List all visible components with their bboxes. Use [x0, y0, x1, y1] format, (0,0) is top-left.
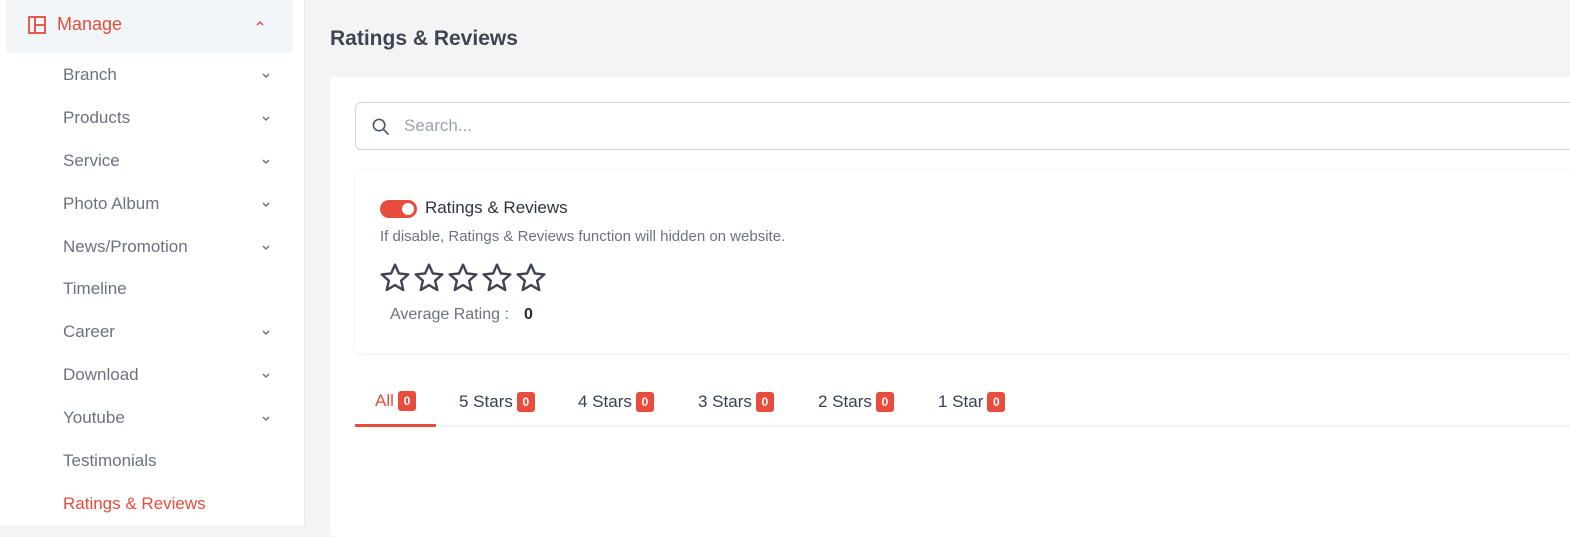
- star-empty-icon: [448, 263, 478, 292]
- sidebar-item-products[interactable]: Products: [63, 103, 278, 133]
- sidebar-item-youtube[interactable]: Youtube: [63, 403, 278, 433]
- sidebar-item-label: News/Promotion: [63, 237, 188, 256]
- sidebar-item-news-promotion[interactable]: News/Promotion: [63, 232, 278, 262]
- search-icon: [372, 118, 389, 135]
- chevron-down-icon: [262, 159, 270, 165]
- search-box[interactable]: [355, 102, 1570, 150]
- average-rating-label: Average Rating :: [390, 306, 509, 323]
- count-badge: 0: [397, 390, 416, 411]
- page-title: Ratings & Reviews: [330, 27, 518, 50]
- tab-label: 1 Star: [938, 392, 984, 411]
- count-badge: 0: [516, 392, 535, 412]
- chevron-down-icon: [262, 416, 270, 422]
- chevron-down-icon: [262, 373, 270, 379]
- chevron-down-icon: [262, 330, 270, 336]
- rating-filter-tabs: All 0 5 Stars 0 4 Stars 0 3 Stars 0 2 Stars 0…: [355, 377, 1570, 427]
- sidebar-item-label: Youtube: [63, 408, 125, 427]
- chevron-down-icon: [262, 245, 270, 251]
- ratings-settings-card: Ratings & Reviews If disable, Ratings & …: [355, 170, 1570, 353]
- star-rating: [379, 262, 547, 294]
- sidebar-item-label: Products: [63, 108, 131, 127]
- sidebar-item-label: Timeline: [63, 279, 127, 298]
- content-card: Ratings & Reviews If disable, Ratings & …: [330, 77, 1570, 537]
- count-badge: 0: [635, 392, 654, 412]
- tab-1-star[interactable]: 1 Star 0: [918, 377, 1025, 427]
- sidebar-item-label: Service: [63, 151, 120, 170]
- layout-icon: [28, 16, 46, 34]
- sidebar-item-label: Download: [63, 365, 139, 384]
- tab-label: 5 Stars: [459, 392, 513, 411]
- sidebar-item-label: Career: [63, 322, 115, 341]
- star-empty-icon: [414, 263, 444, 292]
- tab-label: 3 Stars: [698, 392, 752, 411]
- sidebar-item-timeline[interactable]: Timeline: [63, 274, 278, 304]
- tab-3-stars[interactable]: 3 Stars 0: [678, 377, 794, 427]
- sidebar: Manage Branch Products Service Photo Alb…: [0, 0, 305, 525]
- count-badge: 0: [987, 392, 1006, 412]
- sidebar-item-label: Branch: [63, 65, 117, 84]
- tab-label: 2 Stars: [818, 392, 872, 411]
- chevron-up-icon: [256, 20, 264, 26]
- chevron-down-icon: [262, 116, 270, 122]
- sidebar-item-photo-album[interactable]: Photo Album: [63, 189, 278, 219]
- ratings-reviews-toggle[interactable]: [380, 200, 417, 218]
- sidebar-item-label: Ratings & Reviews: [63, 494, 206, 513]
- sidebar-item-branch[interactable]: Branch: [63, 60, 278, 90]
- sidebar-item-label: Testimonials: [63, 451, 157, 470]
- tab-label: All: [375, 390, 394, 410]
- star-empty-icon: [516, 263, 546, 292]
- toggle-label: Ratings & Reviews: [425, 198, 568, 217]
- sidebar-item-service[interactable]: Service: [63, 146, 278, 176]
- tab-4-stars[interactable]: 4 Stars 0: [558, 377, 674, 427]
- chevron-down-icon: [262, 202, 270, 208]
- tab-label: 4 Stars: [578, 392, 632, 411]
- search-input[interactable]: [404, 103, 1504, 149]
- main-content: Ratings & Reviews Ratings & Reviews If d…: [306, 0, 1570, 537]
- tab-all[interactable]: All 0: [355, 377, 436, 427]
- count-badge: 0: [755, 392, 774, 412]
- sidebar-item-ratings-reviews[interactable]: Ratings & Reviews: [63, 489, 278, 519]
- sidebar-item-testimonials[interactable]: Testimonials: [63, 446, 278, 476]
- star-empty-icon: [380, 263, 410, 292]
- star-empty-icon: [482, 263, 512, 292]
- count-badge: 0: [875, 392, 894, 412]
- sidebar-section-label: Manage: [57, 14, 123, 34]
- sidebar-item-download[interactable]: Download: [63, 360, 278, 390]
- toggle-description: If disable, Ratings & Reviews function w…: [380, 228, 786, 245]
- toggle-knob: [402, 203, 414, 215]
- sidebar-item-career[interactable]: Career: [63, 317, 278, 347]
- average-rating-value: 0: [524, 306, 533, 323]
- sidebar-section-manage[interactable]: Manage: [6, 0, 293, 53]
- tab-2-stars[interactable]: 2 Stars 0: [798, 377, 914, 427]
- tab-5-stars[interactable]: 5 Stars 0: [439, 377, 555, 427]
- sidebar-item-label: Photo Album: [63, 194, 160, 213]
- chevron-down-icon: [262, 73, 270, 79]
